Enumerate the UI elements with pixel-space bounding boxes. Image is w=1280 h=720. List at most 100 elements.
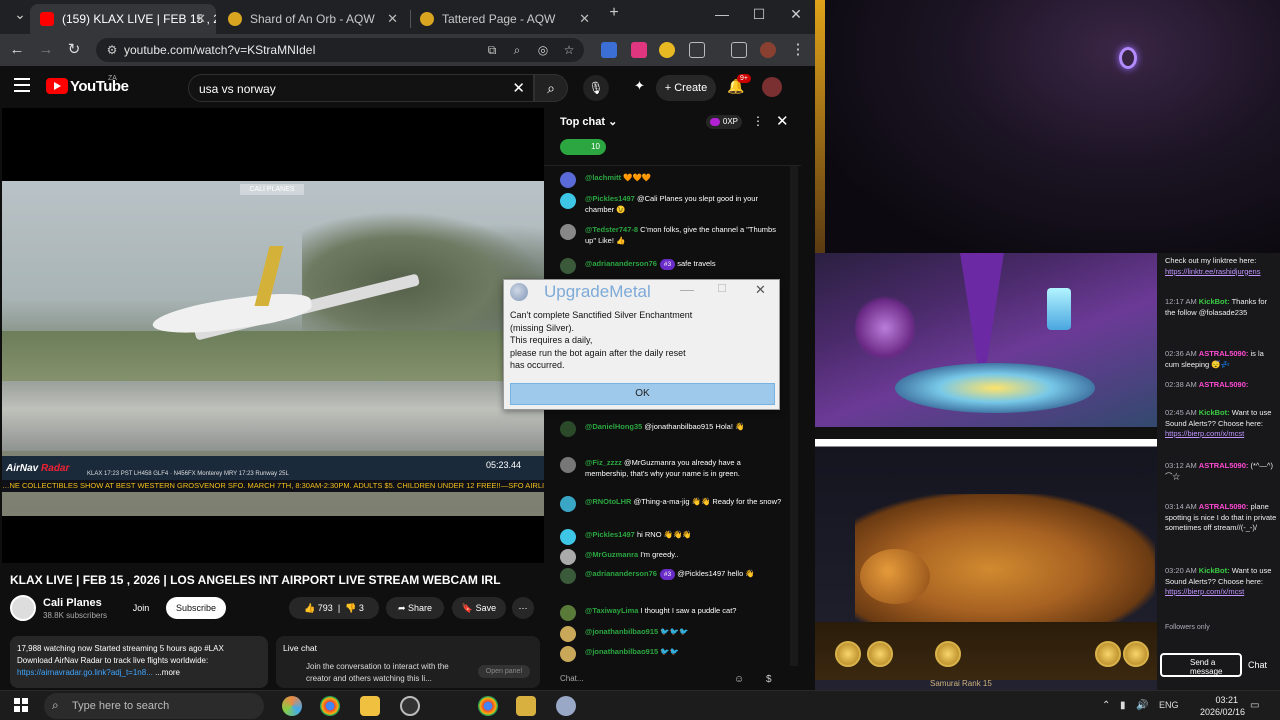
chat-mode-dropdown[interactable]: Top chat ⌄ — [560, 115, 617, 128]
channel-avatar[interactable] — [10, 595, 36, 621]
user-avatar[interactable] — [560, 605, 576, 621]
file-explorer-icon[interactable] — [360, 696, 380, 716]
tab-search-icon[interactable]: ⌄ — [5, 6, 35, 23]
video-player[interactable]: CALI PLANES AirNav Radar KLAX 17:23 PST … — [2, 108, 544, 563]
aqw-game-closeup[interactable]: Samurai Rank 15 — [815, 439, 1157, 690]
chrome-app-icon[interactable] — [320, 696, 340, 716]
extensions-puzzle-icon[interactable] — [689, 42, 705, 58]
copilot-app-icon[interactable] — [282, 696, 302, 716]
extension-1-icon[interactable] — [601, 42, 617, 58]
tab-tattered-page[interactable]: Tattered Page - AQW ✕ — [410, 4, 600, 34]
obs-app-icon[interactable] — [400, 696, 420, 716]
aqw-game-scene[interactable] — [815, 253, 1157, 439]
chat-username[interactable]: @Pickles1497 — [585, 194, 635, 203]
maximize-button[interactable]: ☐ — [744, 6, 774, 23]
skill-slot[interactable] — [835, 641, 861, 667]
bot-app-icon[interactable] — [556, 696, 576, 716]
chat-username[interactable]: KickBot: — [1199, 566, 1230, 575]
extension-2-icon[interactable] — [631, 42, 647, 58]
reload-button[interactable]: ↻ — [64, 40, 84, 60]
user-avatar[interactable] — [560, 193, 576, 209]
language-indicator[interactable]: ENG — [1159, 700, 1179, 710]
back-button[interactable]: ← — [7, 40, 27, 60]
thumbs-down-icon[interactable]: 👎 — [345, 603, 356, 613]
close-tab-icon[interactable]: ✕ — [387, 11, 398, 27]
desc-link[interactable]: https://airnavradar.go.link?adj_t=1n8... — [17, 668, 153, 677]
chat-username[interactable]: ASTRAL5090: — [1199, 349, 1249, 358]
more-actions-button[interactable]: ⋯ — [512, 597, 534, 619]
chat-link[interactable]: https://bierp.com/x/mcst — [1165, 587, 1244, 596]
desc-more-button[interactable]: ...more — [155, 668, 180, 677]
game-toolbar[interactable] — [815, 427, 1157, 439]
youtube-logo-icon[interactable] — [46, 78, 68, 94]
chat-link[interactable]: https://bierp.com/x/mcst — [1165, 429, 1244, 438]
user-avatar[interactable] — [560, 224, 576, 240]
xp-badge[interactable]: 0XP — [706, 115, 742, 129]
media-control-icon[interactable] — [731, 42, 747, 58]
user-avatar[interactable] — [560, 568, 576, 584]
close-tab-icon[interactable]: ✕ — [195, 11, 206, 27]
clock[interactable]: 03:21 2026/02/16 — [1200, 694, 1245, 718]
user-avatar[interactable] — [560, 421, 576, 437]
user-avatar[interactable] — [560, 457, 576, 473]
url-field[interactable]: ⚙ youtube.com/watch?v=KStraMNIdeI ⧉ ⌕ ◎ … — [96, 38, 584, 62]
user-avatar[interactable] — [560, 258, 576, 274]
close-window-button[interactable]: ✕ — [781, 6, 811, 23]
like-dislike-button[interactable]: 👍 793 | 👎 3 — [289, 597, 379, 619]
chat-link[interactable]: https://linktr.ee/rashidjurgens — [1165, 267, 1260, 276]
chat-username[interactable]: @DanielHong35 — [585, 422, 642, 431]
chat-username[interactable]: @Pickles1497 — [585, 530, 635, 539]
clear-search-icon[interactable]: ✕ — [512, 79, 525, 97]
skill-slot[interactable] — [867, 641, 893, 667]
windows-start-icon[interactable] — [14, 698, 28, 712]
chat-username[interactable]: @lachmitt — [585, 173, 621, 182]
taskbar-search-input[interactable]: ⌕ Type here to search — [44, 693, 264, 719]
install-app-icon[interactable]: ⧉ — [485, 43, 499, 57]
profile-avatar-icon[interactable] — [760, 42, 776, 58]
user-avatar[interactable] — [560, 172, 576, 188]
chat-username[interactable]: @RNOtoLHR — [585, 497, 631, 506]
notifications-icon[interactable]: ▭ — [1250, 700, 1259, 711]
share-button[interactable]: ➦ Share — [386, 597, 444, 619]
description-box[interactable]: 17,988 watching now Started streaming 5 … — [10, 636, 268, 688]
aqw-launcher-icon[interactable] — [516, 696, 536, 716]
subscribe-button[interactable]: Subscribe — [166, 597, 226, 619]
viewer-count-badge[interactable]: 10 — [560, 139, 606, 155]
tab-shard-of-an-orb[interactable]: Shard of An Orb - AQW ✕ — [218, 4, 408, 34]
chat-username[interactable]: @adriananderson76 — [585, 259, 657, 268]
ai-sparkle-icon[interactable]: ✦ — [634, 78, 645, 94]
chat-username[interactable]: @Tedster747-8 — [585, 225, 638, 234]
hamburger-menu-icon[interactable] — [14, 78, 30, 92]
user-avatar[interactable] — [560, 529, 576, 545]
chrome-profile-app-icon[interactable] — [478, 696, 498, 716]
browser-menu-icon[interactable]: ⋮ — [788, 40, 808, 60]
chat-username[interactable]: @adriananderson76 — [585, 569, 657, 578]
join-button[interactable]: Join — [124, 597, 158, 619]
tracking-blocked-icon[interactable]: ◎ — [536, 43, 550, 57]
close-tab-icon[interactable]: ✕ — [579, 11, 590, 27]
dialog-maximize-button[interactable]: ☐ — [717, 282, 727, 295]
minimize-button[interactable]: — — [707, 6, 737, 22]
save-button[interactable]: 🔖 Save — [452, 597, 506, 619]
chat-username[interactable]: ASTRAL5090: — [1199, 502, 1249, 511]
dialog-minimize-button[interactable]: — — [680, 281, 694, 297]
chat-username[interactable]: @Fiz_zzzz — [585, 458, 622, 467]
skill-slot[interactable] — [1095, 641, 1121, 667]
chat-send-button[interactable]: Chat — [1248, 660, 1267, 670]
extension-3-icon[interactable] — [659, 42, 675, 58]
user-avatar[interactable] — [560, 496, 576, 512]
chat-options-icon[interactable]: ⋮ — [752, 114, 764, 128]
chat-username[interactable]: KickBot: — [1199, 297, 1230, 306]
close-chat-icon[interactable]: ✕ — [776, 112, 789, 130]
battery-icon[interactable]: ▮ — [1120, 700, 1126, 711]
thumbs-up-icon[interactable]: 👍 — [304, 603, 315, 613]
open-panel-button[interactable]: Open panel — [477, 665, 530, 678]
chat-username[interactable]: ASTRAL5090: — [1199, 461, 1249, 470]
search-button[interactable]: ⌕ — [534, 74, 568, 102]
chat-input[interactable]: Chat... — [560, 674, 728, 690]
chat-username[interactable]: ASTRAL5090: — [1199, 380, 1249, 389]
user-avatar[interactable] — [560, 549, 576, 565]
ok-button[interactable]: OK — [510, 383, 775, 405]
channel-name[interactable]: Cali Planes — [43, 597, 102, 609]
tray-overflow-icon[interactable]: ⌃ — [1102, 700, 1110, 711]
